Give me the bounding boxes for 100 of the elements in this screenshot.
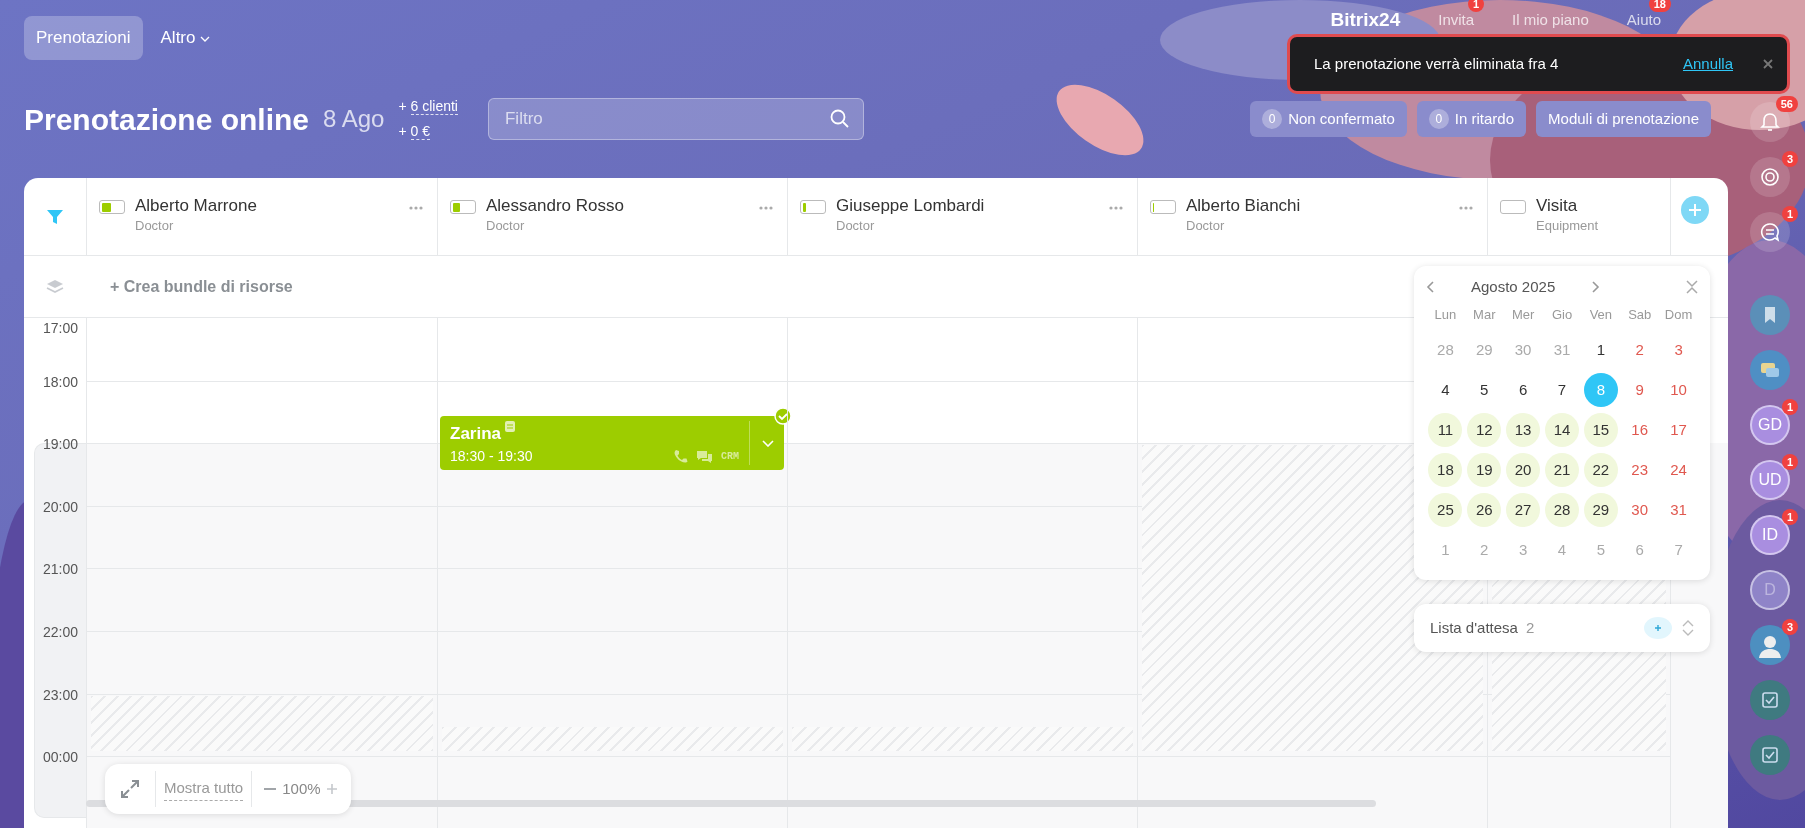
calendar-day[interactable]: 22	[1583, 453, 1618, 487]
booking-time: 18:30 - 19:30	[450, 447, 533, 467]
calendar-day[interactable]: 27	[1506, 493, 1541, 527]
calendar-day[interactable]: 9	[1622, 373, 1657, 407]
stat-link[interactable]: + 6 clienti	[398, 96, 458, 117]
zoom-level: 100%	[282, 778, 321, 799]
counter-button[interactable]: 0 Non confermato	[1250, 101, 1407, 137]
filter-icon[interactable]	[46, 208, 64, 225]
more-icon[interactable]	[409, 206, 423, 210]
more-icon[interactable]	[1459, 206, 1473, 210]
caret-icon	[200, 35, 211, 42]
calendar-day[interactable]: 19	[1467, 453, 1502, 487]
calendar-day[interactable]: 20	[1506, 453, 1541, 487]
calendar-day[interactable]: 3	[1506, 533, 1541, 567]
calendar-day[interactable]: 5	[1583, 533, 1618, 567]
calendar-day[interactable]: 26	[1467, 493, 1502, 527]
calendar-day[interactable]: 17	[1661, 413, 1696, 447]
zoom-in-icon[interactable]	[326, 784, 337, 794]
time-label: 22:00	[42, 623, 78, 642]
chevron-down-icon[interactable]	[762, 439, 774, 447]
calendar-day[interactable]: 28	[1545, 493, 1579, 527]
logo[interactable]: Bitrix24	[1330, 4, 1401, 37]
close-icon[interactable]	[1763, 59, 1773, 69]
time-label: 18:00	[42, 372, 78, 392]
time-label: 17:00	[42, 319, 78, 338]
calendar-day[interactable]: 6	[1622, 533, 1657, 567]
show-all-link[interactable]: Mostra tutto	[164, 777, 244, 801]
calendar-day[interactable]: 16	[1622, 413, 1657, 447]
calendar-day[interactable]: 8	[1583, 373, 1618, 407]
calendar-day[interactable]: 10	[1661, 373, 1696, 407]
chevron-right-icon[interactable]	[1591, 281, 1601, 294]
task-icon	[1760, 690, 1780, 710]
calendar-day[interactable]: 23	[1622, 453, 1657, 487]
resource-name: Alessandro Rosso	[486, 196, 624, 216]
phone-icon[interactable]	[673, 449, 688, 465]
calendar-day[interactable]: 2	[1467, 533, 1502, 567]
calendar-day[interactable]: 31	[1545, 333, 1579, 367]
nav-tab[interactable]: Prenotazioni	[24, 16, 143, 60]
calendar-day[interactable]: 12	[1467, 413, 1502, 447]
calendar-day[interactable]: 1	[1428, 533, 1463, 567]
calendar-day[interactable]: 6	[1506, 373, 1541, 407]
add-icon[interactable]	[1644, 617, 1672, 639]
calendar-day[interactable]: 25	[1428, 493, 1463, 527]
calendar-day[interactable]: 3	[1661, 333, 1696, 367]
expand-icon[interactable]	[121, 780, 139, 798]
resource-name: Alberto Bianchi	[1186, 196, 1301, 216]
calendar-day[interactable]: 21	[1545, 453, 1579, 487]
weekday-label: Sab	[1627, 305, 1653, 324]
collapse-icon[interactable]	[1686, 280, 1698, 295]
battery-icon	[800, 200, 826, 214]
more-icon[interactable]	[1109, 206, 1123, 210]
chat-icon[interactable]	[696, 450, 713, 464]
weekday-label: Lun	[1433, 305, 1458, 324]
calendar-day[interactable]: 29	[1583, 493, 1618, 527]
battery-icon	[1150, 200, 1176, 214]
expand-icon[interactable]	[1682, 620, 1694, 636]
chevron-left-icon[interactable]	[1426, 281, 1435, 294]
undo-link[interactable]: Annulla	[1682, 52, 1733, 76]
add-icon[interactable]	[1681, 196, 1709, 224]
chat-sync-icon	[1760, 222, 1780, 242]
calendar-day[interactable]: 14	[1545, 413, 1579, 447]
resource-type: Doctor	[836, 217, 876, 235]
resource-type: Doctor	[486, 217, 526, 235]
counter-button[interactable]: 0 In ritardo	[1416, 101, 1527, 137]
resource-name: Alberto Marrone	[135, 196, 257, 216]
search-icon	[830, 109, 850, 129]
header-link[interactable]: Il mio piano	[1512, 4, 1589, 37]
calendar-day[interactable]: 15	[1583, 413, 1618, 447]
calendar-day[interactable]: 11	[1428, 413, 1463, 447]
toast-message: La prenotazione verrà eliminata fra 4	[1314, 53, 1559, 74]
calendar-day[interactable]: 7	[1545, 373, 1579, 407]
forms-button[interactable]: Moduli di prenotazione	[1536, 101, 1711, 137]
calendar-day[interactable]: 28	[1428, 333, 1463, 367]
more-icon[interactable]	[759, 206, 773, 210]
waitlist-label: Lista d'attesa	[1430, 617, 1518, 638]
calendar-day[interactable]: 30	[1506, 333, 1541, 367]
calendar-day[interactable]: 29	[1467, 333, 1502, 367]
calendar-day[interactable]: 4	[1428, 373, 1463, 407]
weekday-label: Ven	[1588, 305, 1614, 324]
resource-type: Doctor	[1186, 217, 1226, 235]
resource-name: Visita	[1536, 196, 1579, 216]
battery-icon	[450, 200, 476, 214]
calendar-day[interactable]: 4	[1545, 533, 1579, 567]
calendar-day[interactable]: 5	[1467, 373, 1502, 407]
booking-title: Zarina	[450, 422, 502, 445]
nav-tab[interactable]: Altro	[148, 16, 223, 60]
calendar-day[interactable]: 1	[1583, 333, 1618, 367]
calendar-day[interactable]: 31	[1661, 493, 1696, 527]
calendar-day[interactable]: 18	[1428, 453, 1463, 487]
calendar-day[interactable]: 24	[1661, 453, 1696, 487]
chat-icon	[1760, 360, 1780, 380]
calendar-day[interactable]: 30	[1622, 493, 1657, 527]
calendar-day[interactable]: 7	[1661, 533, 1696, 567]
task-icon	[1760, 745, 1780, 765]
layers-icon[interactable]	[46, 279, 64, 294]
calendar-day[interactable]: 13	[1506, 413, 1541, 447]
bundle-button[interactable]: + Crea bundle di risorse	[104, 273, 299, 300]
stat-link[interactable]: + 0 €	[398, 121, 458, 142]
bell-icon	[1760, 112, 1780, 132]
calendar-day[interactable]: 2	[1622, 333, 1657, 367]
